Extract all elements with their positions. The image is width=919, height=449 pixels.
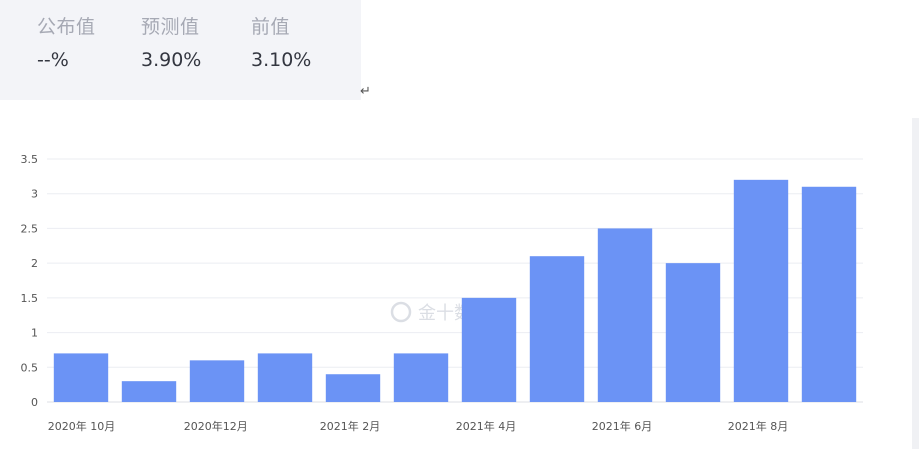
y-tick-label: 1 [31,327,38,340]
y-tick-label: 0 [31,396,38,409]
y-axis-ticks: 0 0.5 1 1.5 2 2.5 3 3.5 [21,153,39,409]
bar[interactable] [53,353,109,402]
y-tick-label: 2 [31,257,38,270]
bar[interactable] [257,353,313,402]
bar[interactable] [665,263,721,402]
bars [53,179,857,402]
bar[interactable] [189,360,245,402]
x-axis-ticks: 2020年 10月 2020年12月 2021年 2月 2021年 4月 2021年 6… [48,419,789,433]
bar[interactable] [801,186,857,402]
bar[interactable] [325,374,381,402]
y-tick-label: 0.5 [21,361,39,374]
x-tick-label: 2020年12月 [184,419,248,433]
x-tick-label: 2020年 10月 [48,419,116,433]
bar[interactable] [461,297,517,402]
y-tick-label: 3.5 [21,153,39,166]
bar[interactable] [529,256,585,402]
bar[interactable] [121,381,177,402]
y-tick-label: 3 [31,188,38,201]
x-tick-label: 2021年 2月 [320,419,381,433]
x-tick-label: 2021年 8月 [728,419,789,433]
x-tick-label: 2021年 6月 [592,419,653,433]
bar-chart: 00.511.522.533.5 金十数据 2020年 10月 2020年12月 2… [21,153,863,433]
watermark-logo-icon [390,301,412,323]
bar[interactable] [597,228,653,402]
x-tick-label: 2021年 4月 [456,419,517,433]
bar[interactable] [733,179,789,402]
y-tick-label: 2.5 [21,222,39,235]
y-tick-label: 1.5 [21,292,39,305]
bar[interactable] [393,353,449,402]
